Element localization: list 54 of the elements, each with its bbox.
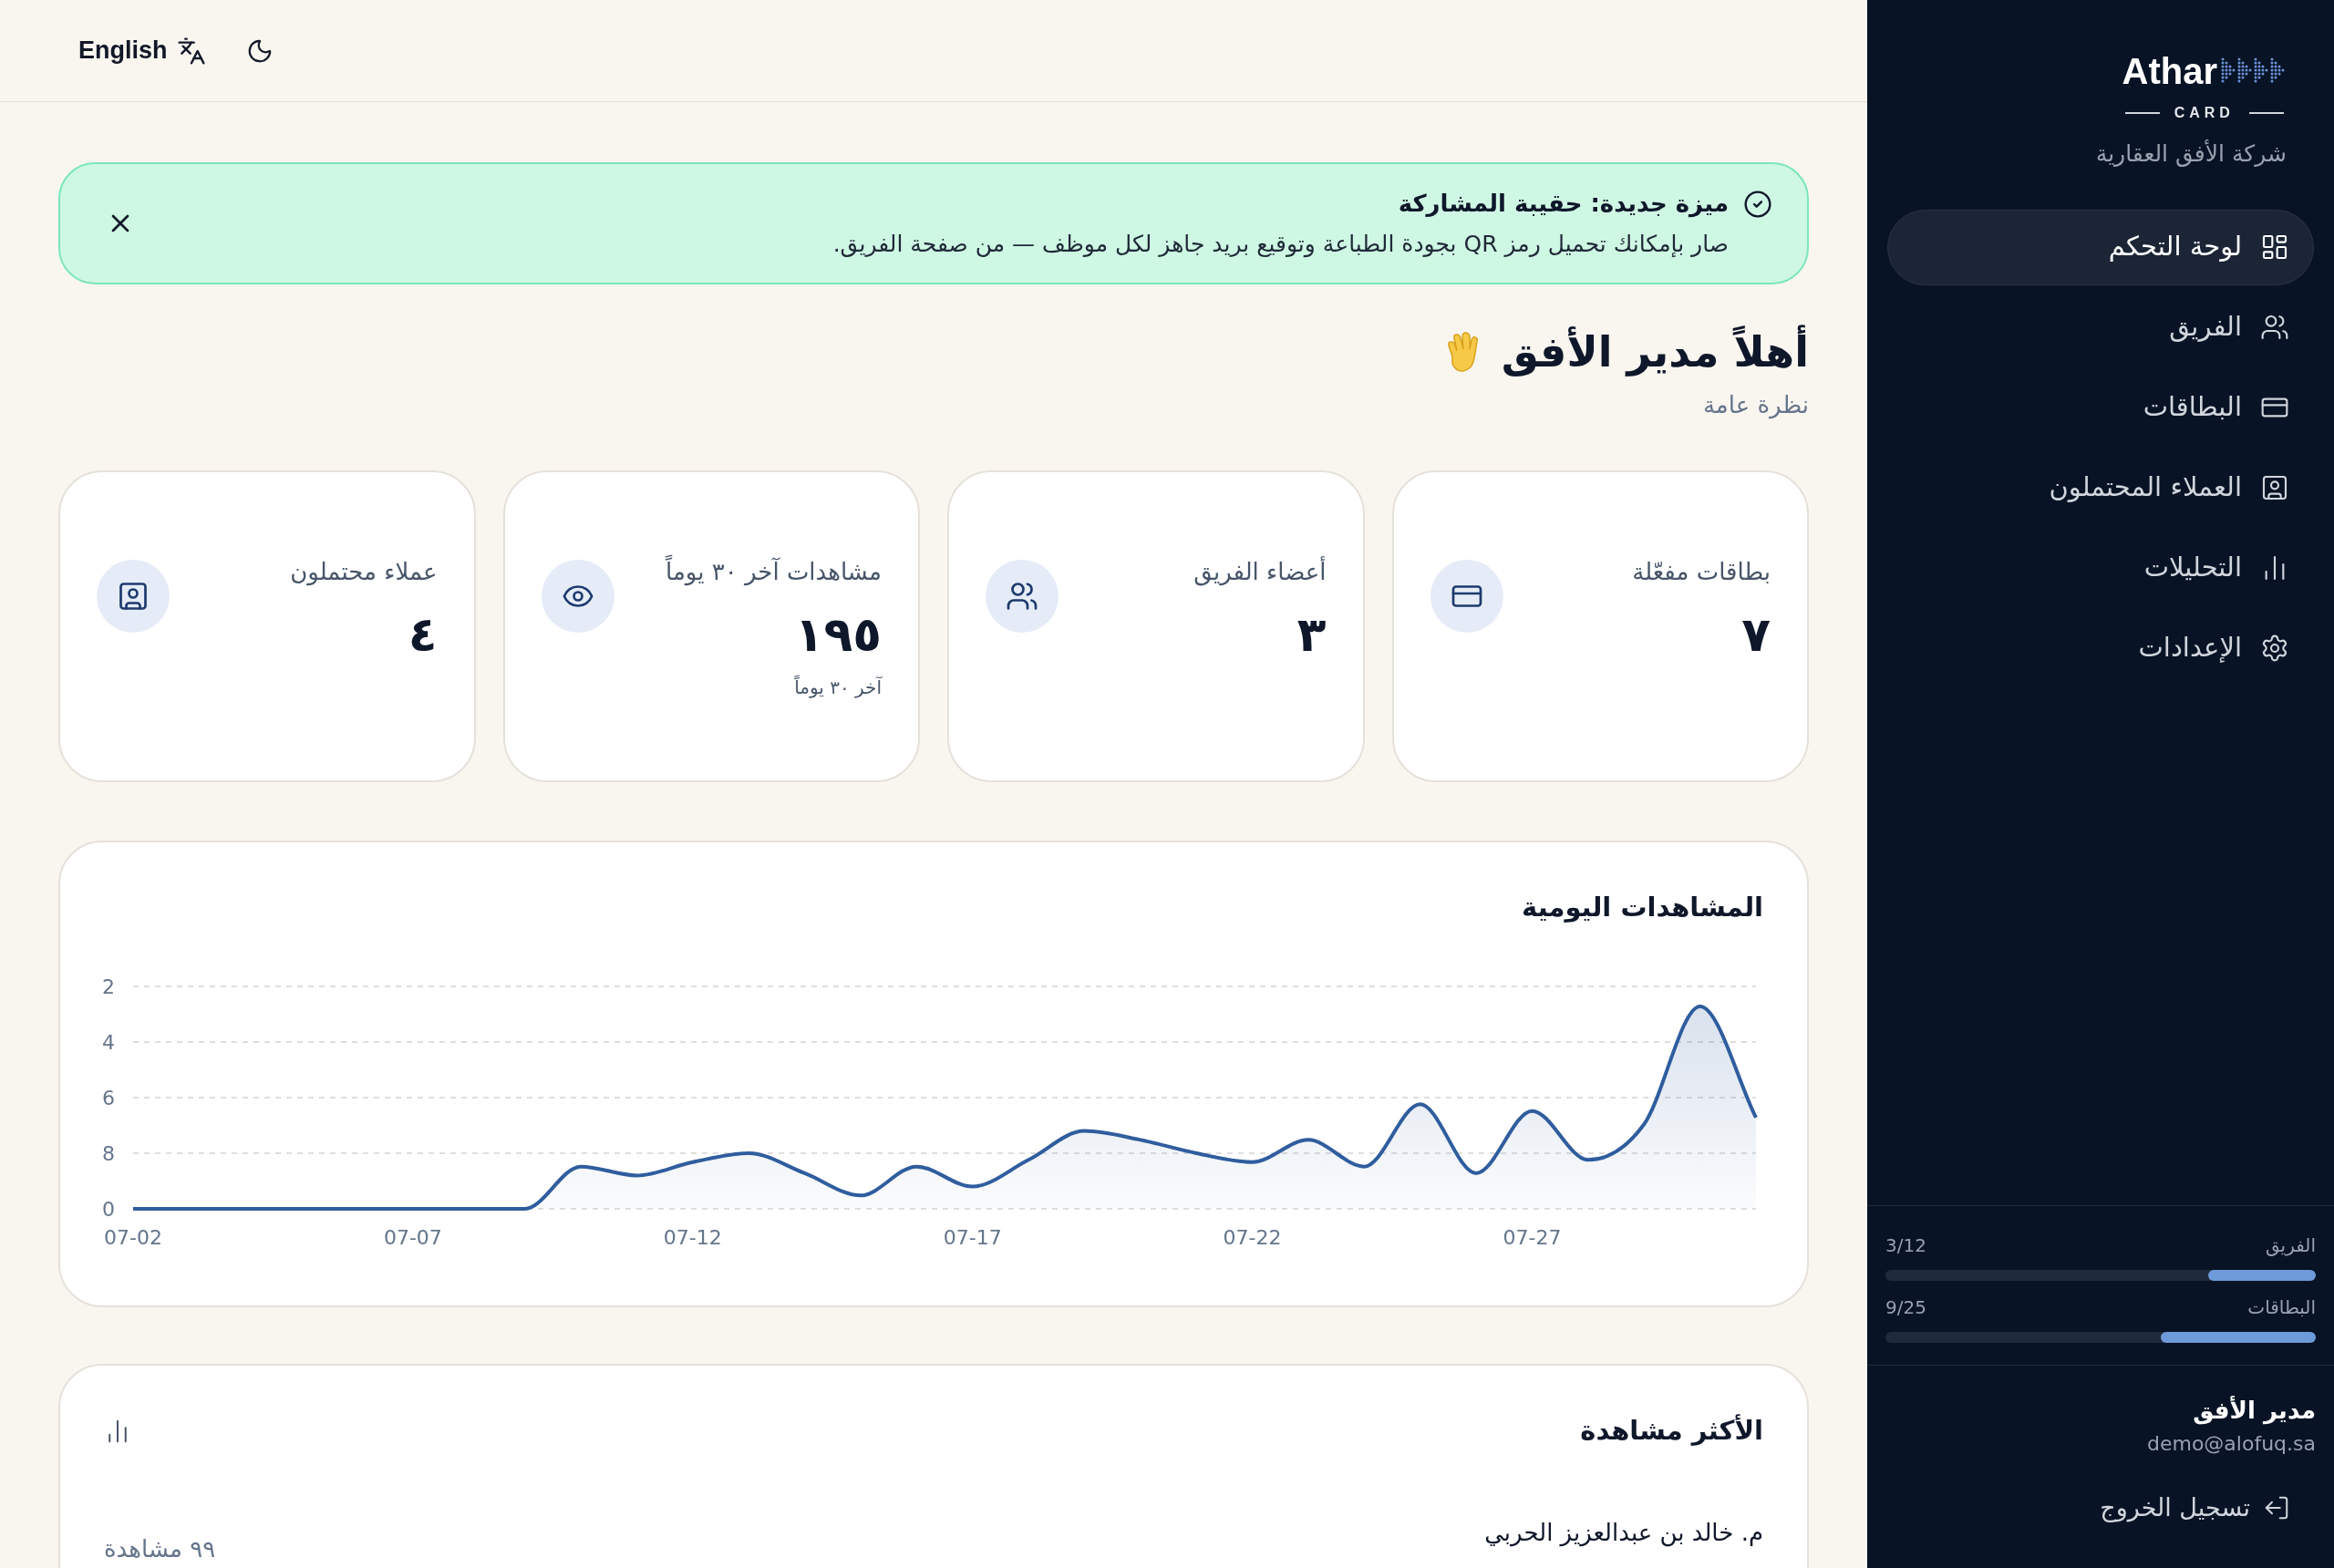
stat-value: ٣: [1296, 606, 1327, 664]
stat-note: آخر ٣٠ يوماً: [794, 674, 882, 700]
usage-label: البطاقات: [2247, 1295, 2316, 1320]
axis-label: 07-07: [383, 1225, 442, 1249]
greeting-subtitle: نظرة عامة: [1701, 390, 1809, 421]
user-name: مدير الأفق: [2193, 1395, 2316, 1427]
greeting-title: أهلاً مدير الأفق: [1501, 321, 1809, 384]
arrows-logo-icon: [2221, 57, 2287, 85]
logo-text: Athar: [2122, 50, 2217, 93]
company-name: شركة الأفق العقارية: [2095, 139, 2287, 169]
dashboard-icon: [2260, 232, 2289, 262]
nav-item[interactable]: التحليلات: [1887, 530, 2314, 606]
nav-item[interactable]: البطاقات: [1887, 369, 2314, 446]
translate-icon: [176, 36, 206, 66]
usage-reading: 9/25: [1885, 1295, 1926, 1320]
stat-label: عملاء محتملون: [290, 557, 438, 588]
axis-label: 2: [102, 975, 115, 998]
axis-label: 07-12: [663, 1225, 722, 1249]
nav-item[interactable]: الفريق: [1887, 289, 2314, 366]
banner-text: صار بإمكانك تحميل رمز QR بجودة الطباعة وتوقيع بريد جاهز لكل موظف — من صفحة الفريق.: [832, 229, 1729, 260]
nav-item[interactable]: لوحة التحكم: [1887, 209, 2314, 285]
stat-value: ١٩٥: [794, 606, 882, 664]
logo-subtitle: CARD: [2174, 104, 2235, 122]
settings-icon: [2260, 634, 2289, 663]
usage-label: الفريق: [2265, 1233, 2316, 1258]
axis-label: 6: [102, 1086, 115, 1109]
section-title: الأكثر مشاهدة: [1580, 1413, 1763, 1448]
person-name: م. خالد بن عبدالعزيز الحربي: [1484, 1517, 1763, 1549]
chart-title: المشاهدات اليومية: [1521, 891, 1763, 924]
users-icon: [2260, 313, 2289, 342]
nav-item[interactable]: العملاء المحتملون: [1887, 449, 2314, 526]
axis-label: 07-27: [1503, 1225, 1562, 1249]
axis-label: 07-22: [1223, 1225, 1282, 1249]
contact-icon: [117, 580, 150, 613]
axis-label: 07-02: [104, 1225, 162, 1249]
check-circle-icon: [1743, 189, 1772, 219]
contact-icon: [2260, 473, 2289, 502]
axis-label: 07-17: [943, 1225, 1002, 1249]
axis-label: 8: [102, 1141, 115, 1165]
stat-label: أعضاء الفريق: [1193, 555, 1327, 588]
users-icon: [1006, 580, 1038, 613]
stat-value: ٧: [1741, 606, 1771, 664]
view-count: ٩٩ مشاهدة: [104, 1533, 216, 1564]
nav-item[interactable]: الإعدادات: [1887, 610, 2314, 686]
stat-label: مشاهدات آخر ٣٠ يوماً: [666, 554, 882, 590]
usage-reading: 3/12: [1885, 1233, 1926, 1258]
user-email: demo@alofuq.sa: [2146, 1430, 2316, 1457]
banner-title: ميزة جديدة: حقيبة المشاركة: [1397, 188, 1729, 220]
logout-button[interactable]: تسجيل الخروج: [2100, 1489, 2290, 1526]
language-button[interactable]: English: [78, 32, 206, 69]
axis-label: 4: [102, 1030, 115, 1054]
stat-value: ٤: [408, 606, 438, 664]
axis-label: 0: [102, 1197, 115, 1221]
stat-label: بطاقات مفعّلة: [1632, 557, 1771, 587]
